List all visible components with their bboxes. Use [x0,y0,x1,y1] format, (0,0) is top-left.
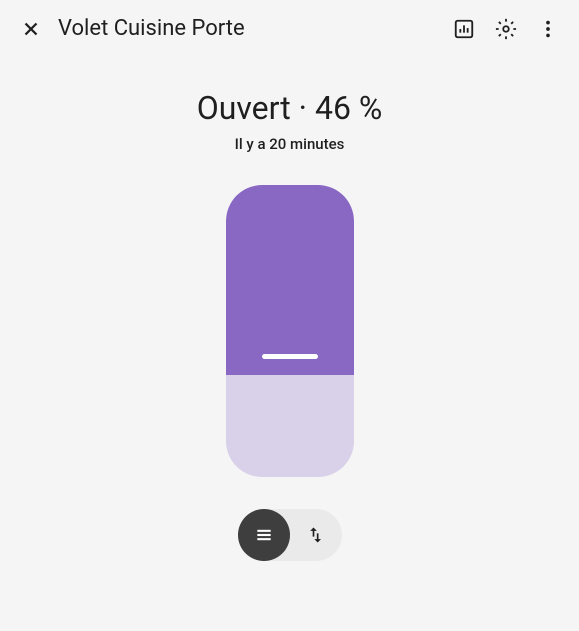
status-separator: · [299,89,307,127]
shutter-slider[interactable] [226,185,354,477]
direction-mode-button[interactable] [290,509,342,561]
status-text: Ouvert · 46 % [197,89,383,127]
settings-button[interactable] [495,18,517,40]
bar-chart-icon [453,18,475,40]
header: Volet Cuisine Porte [0,0,579,57]
gear-icon [495,18,517,40]
header-actions [453,18,559,40]
position-mode-button[interactable] [238,509,290,561]
menu-icon [254,525,274,545]
swap-vertical-icon [306,525,326,545]
status-state: Ouvert [197,89,291,127]
main-content: Ouvert · 46 % Il y a 20 minutes [0,57,579,561]
more-button[interactable] [537,18,559,40]
close-button[interactable] [20,18,42,40]
control-toggle [238,509,342,561]
stats-button[interactable] [453,18,475,40]
more-vertical-icon [537,18,559,40]
status-percent: 46 % [315,89,382,127]
close-icon [20,18,42,40]
shutter-handle [262,354,318,359]
time-text: Il y a 20 minutes [235,135,345,153]
page-title: Volet Cuisine Porte [58,16,437,41]
shutter-fill [226,185,354,375]
